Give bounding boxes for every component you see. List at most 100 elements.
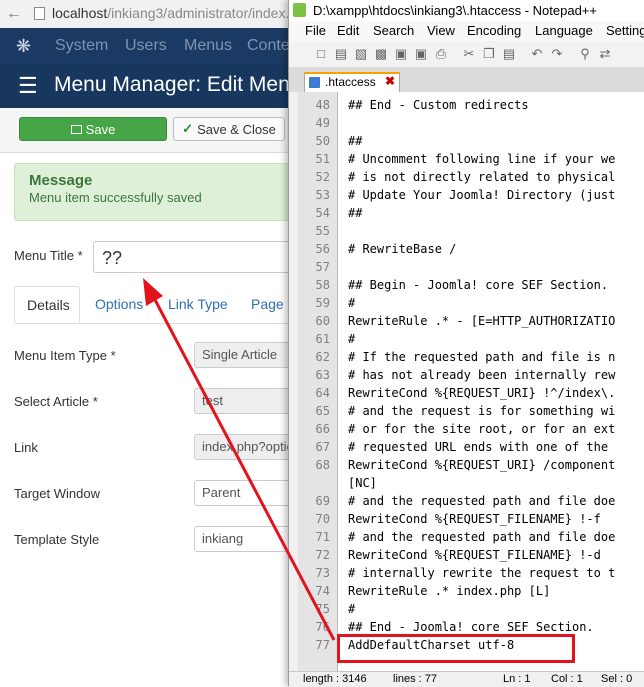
tab-link-type[interactable]: Link Type — [168, 286, 228, 323]
code-line[interactable]: 49 — [298, 114, 644, 132]
close-file-icon[interactable]: ▣ — [393, 46, 409, 62]
menu-file[interactable]: File — [305, 23, 326, 38]
joomla-logo-icon[interactable]: ❋ — [16, 36, 31, 57]
open-file-icon[interactable]: ▤ — [333, 46, 349, 62]
code-line[interactable]: 58 ## Begin - Joomla! core SEF Section. — [298, 276, 644, 294]
paste-icon[interactable]: ▤ — [501, 46, 517, 62]
code-line[interactable]: 74 RewriteRule .* index.php [L] — [298, 582, 644, 600]
code-line[interactable]: 57 — [298, 258, 644, 276]
cut-icon[interactable]: ✂ — [461, 46, 477, 62]
code-line[interactable]: 75 # — [298, 600, 644, 618]
line-number: 76 — [315, 620, 330, 634]
status-col: Col : 1 — [551, 673, 583, 685]
code-text: # and the request is for something wi — [348, 404, 616, 418]
code-line[interactable]: 54 ## — [298, 204, 644, 222]
notepad-menubar: File Edit Search View Encoding Language … — [289, 21, 644, 41]
menu-title-input[interactable]: ?? — [93, 241, 313, 273]
tab-htaccess[interactable]: .htaccess ✖ — [304, 72, 400, 92]
code-line[interactable]: 56 # RewriteBase / — [298, 240, 644, 258]
menu-language[interactable]: Language — [535, 23, 593, 38]
code-line[interactable]: 52 # is not directly related to physical — [298, 168, 644, 186]
code-text: # — [348, 602, 356, 616]
code-line[interactable]: 72 RewriteCond %{REQUEST_FILENAME} !-d — [298, 546, 644, 564]
status-length: length : 3146 — [303, 673, 367, 685]
code-text: # is not directly related to physical — [348, 170, 616, 184]
edit-icon — [70, 124, 82, 134]
code-line[interactable]: 68 RewriteCond %{REQUEST_URI} /component — [298, 456, 644, 474]
find-icon[interactable]: ⚲ — [577, 46, 593, 62]
new-file-icon[interactable]: □ — [313, 46, 329, 62]
copy-icon[interactable]: ❐ — [481, 46, 497, 62]
code-line[interactable]: 51 # Uncomment following line if your we — [298, 150, 644, 168]
nav-menus[interactable]: Menus — [184, 37, 232, 55]
code-text: ## End - Custom redirects — [348, 98, 529, 112]
code-line[interactable]: [NC] — [298, 474, 644, 492]
code-line[interactable]: 61 # — [298, 330, 644, 348]
nav-users[interactable]: Users — [125, 37, 167, 55]
save-close-label: Save & Close — [197, 121, 276, 137]
line-number: 58 — [315, 278, 330, 292]
message-body: Menu item successfully saved — [29, 190, 202, 205]
menu-encoding[interactable]: Encoding — [467, 23, 521, 38]
nav-system[interactable]: System — [55, 37, 108, 55]
code-line[interactable]: 71 # and the requested path and file doe — [298, 528, 644, 546]
code-line[interactable]: 69 # and the requested path and file doe — [298, 492, 644, 510]
code-text: # or for the site root, or for an ext — [348, 422, 616, 436]
code-line[interactable]: 62 # If the requested path and file is n — [298, 348, 644, 366]
tab-options[interactable]: Options — [95, 286, 143, 323]
notepad-titlebar[interactable]: D:\xampp\htdocs\inkiang3\.htaccess - Not… — [289, 0, 644, 21]
menu-search[interactable]: Search — [373, 23, 414, 38]
line-number: 56 — [315, 242, 330, 256]
menu-edit[interactable]: Edit — [337, 23, 359, 38]
line-number: 57 — [315, 260, 330, 274]
line-number: 64 — [315, 386, 330, 400]
close-icon[interactable]: ✖ — [385, 74, 395, 88]
code-line[interactable]: 70 RewriteCond %{REQUEST_FILENAME} !-f — [298, 510, 644, 528]
menu-settings[interactable]: Settings — [606, 23, 644, 38]
code-line[interactable]: 66 # or for the site root, or for an ext — [298, 420, 644, 438]
code-line[interactable]: 48 ## End - Custom redirects — [298, 96, 644, 114]
status-ln: Ln : 1 — [503, 673, 531, 685]
code-text: ## Begin - Joomla! core SEF Section. — [348, 278, 609, 292]
line-number: 62 — [315, 350, 330, 364]
line-number: 73 — [315, 566, 330, 580]
back-arrow-icon[interactable]: ← — [6, 5, 24, 23]
save-button[interactable]: Save — [19, 117, 167, 141]
line-number: 67 — [315, 440, 330, 454]
nav-content[interactable]: Conte — [247, 37, 290, 55]
code-line[interactable]: 67 # requested URL ends with one of the — [298, 438, 644, 456]
code-line[interactable]: 60 RewriteRule .* - [E=HTTP_AUTHORIZATIO — [298, 312, 644, 330]
field-label-select-article: Select Article * — [14, 394, 98, 409]
save-all-icon[interactable]: ▩ — [373, 46, 389, 62]
edit-tabs: Details Options Link Type Page D — [14, 286, 314, 324]
code-line[interactable]: 63 # has not already been internally rew — [298, 366, 644, 384]
close-all-icon[interactable]: ▣ — [413, 46, 429, 62]
print-icon[interactable]: ⎙ — [433, 46, 449, 62]
code-text: # internally rewrite the request to t — [348, 566, 616, 580]
code-text: RewriteRule .* - [E=HTTP_AUTHORIZATIO — [348, 314, 616, 328]
redo-icon[interactable]: ↷ — [549, 46, 565, 62]
line-number: 65 — [315, 404, 330, 418]
save-icon[interactable]: ▧ — [353, 46, 369, 62]
line-number: 68 — [315, 458, 330, 472]
code-line[interactable]: 50 ## — [298, 132, 644, 150]
code-text: RewriteCond %{REQUEST_FILENAME} !-d — [348, 548, 601, 562]
url-text[interactable]: localhost/inkiang3/administrator/index.p — [52, 5, 297, 21]
code-line[interactable]: 59 # — [298, 294, 644, 312]
code-line[interactable]: 64 RewriteCond %{REQUEST_URI} !^/index\. — [298, 384, 644, 402]
tab-details[interactable]: Details — [14, 286, 80, 323]
save-close-button[interactable]: ✓ Save & Close — [173, 117, 285, 141]
code-line[interactable]: 65 # and the request is for something wi — [298, 402, 644, 420]
code-text: # RewriteBase / — [348, 242, 457, 256]
menu-view[interactable]: View — [427, 23, 455, 38]
code-line[interactable]: 53 # Update Your Joomla! Directory (just — [298, 186, 644, 204]
code-editor[interactable]: 48 ## End - Custom redirects 49 50 ## 51 # Unc… — [298, 92, 644, 671]
code-text: ## — [348, 134, 363, 148]
code-line[interactable]: 73 # internally rewrite the request to t — [298, 564, 644, 582]
line-number: 77 — [315, 638, 330, 652]
code-text: RewriteCond %{REQUEST_URI} !^/index\. — [348, 386, 616, 400]
replace-icon[interactable]: ⇄ — [597, 46, 613, 62]
notepad-tabbar: .htaccess ✖ — [289, 68, 644, 92]
undo-icon[interactable]: ↶ — [529, 46, 545, 62]
code-line[interactable]: 55 — [298, 222, 644, 240]
